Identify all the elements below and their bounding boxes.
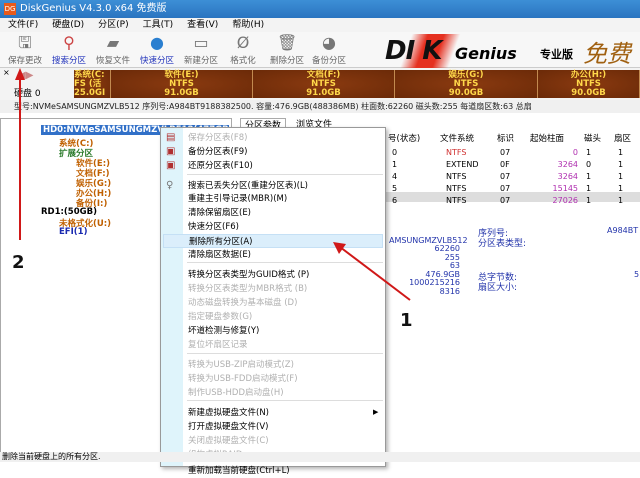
menu-item[interactable]: 重新加载当前硬盘(Ctrl+L) <box>188 464 290 478</box>
arrowhead-icon <box>15 68 25 80</box>
annotation-line-1 <box>339 246 411 301</box>
annotation-layer <box>15 68 411 301</box>
arrowhead-icon <box>333 242 346 254</box>
annotation-1: 1 <box>400 310 413 331</box>
annotation-2: 2 <box>12 252 25 273</box>
